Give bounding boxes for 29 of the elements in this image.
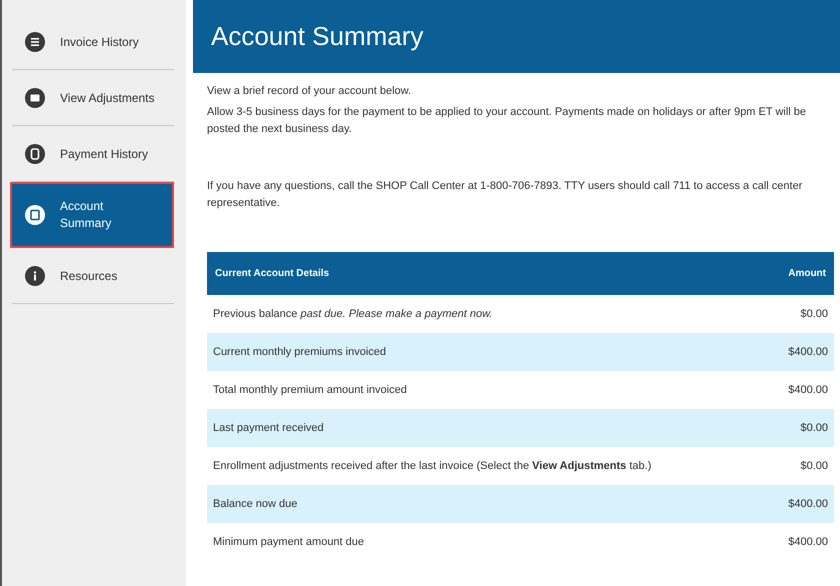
page-title: Account Summary — [211, 20, 424, 53]
table-cell-text: Minimum payment amount due — [213, 534, 364, 550]
table-cell-text: Balance now due — [213, 496, 298, 512]
column-header: Amount — [788, 267, 826, 281]
table-cell-text: $0.00 — [800, 306, 828, 322]
intro-text: If you have any questions, call the SHOP Call Center at 1-800-706-7893. TTY users should call 711 to access a call center representative. — [207, 179, 804, 211]
table-cell-text: Enrollment adjustments received after the last invoice (Select the View Adjustments tab.) — [213, 458, 652, 474]
table-cell-text: $400.00 — [788, 534, 828, 550]
list-icon — [24, 30, 46, 52]
table-cell-text: Previous balance past due. Please make a payment now. — [213, 306, 492, 322]
receipt-icon — [24, 142, 46, 164]
table-cell-text: $0.00 — [800, 458, 828, 474]
sidebar-item[interactable]: View Adjustments — [12, 70, 174, 126]
column-header: Current Account Details — [215, 267, 330, 281]
table-cell-text: $400.00 — [788, 382, 828, 398]
card-icon — [24, 86, 46, 108]
sidebar-item[interactable]: Account Summary — [10, 182, 174, 248]
table-cell-text: Total monthly premium amount invoiced — [213, 382, 407, 398]
sidebar-item[interactable]: Invoice History — [12, 14, 174, 70]
intro-text: Allow 3-5 business days for the payment to be applied to your account. Payments made on holidays or after 9pm ET will be posted the next business day. — [207, 105, 808, 137]
table-cell-text: $400.00 — [788, 496, 828, 512]
intro-text: View a brief record of your account below. — [207, 84, 412, 99]
sidebar-item[interactable]: Resources — [12, 248, 174, 304]
table-cell-text: $0.00 — [800, 420, 828, 436]
table-cell-text: Last payment received — [213, 420, 324, 436]
table-cell-text: Current monthly premiums invoiced — [213, 344, 386, 360]
table-cell-text: $400.00 — [788, 344, 828, 360]
info-icon — [24, 264, 46, 286]
document-icon — [24, 204, 46, 226]
